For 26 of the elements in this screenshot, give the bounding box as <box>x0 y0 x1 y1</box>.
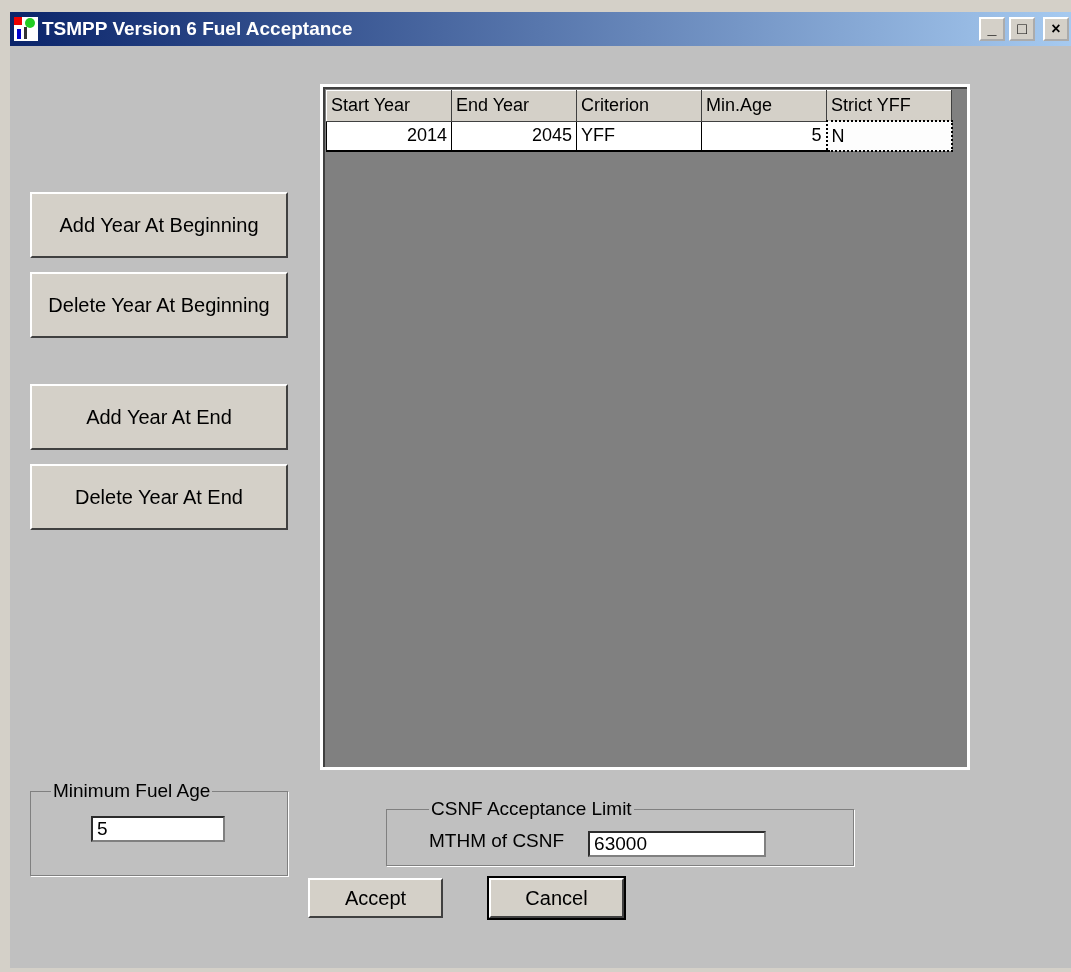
table-cell[interactable]: 5 <box>701 121 827 151</box>
column-header[interactable]: Criterion <box>576 90 702 121</box>
close-button[interactable]: × <box>1043 17 1069 41</box>
table-cell[interactable]: YFF <box>576 121 702 151</box>
group-label: Minimum Fuel Age <box>52 780 212 802</box>
accept-button[interactable]: Accept <box>308 878 443 918</box>
year-button[interactable]: Add Year At End <box>30 384 288 450</box>
table-cell[interactable]: 2014 <box>326 121 452 151</box>
field-label: MTHM of CSNF <box>429 829 565 852</box>
year-button[interactable]: Add Year At Beginning <box>30 192 288 258</box>
minimize-button[interactable]: _ <box>979 17 1005 41</box>
window-title: TSMPP Version 6 Fuel Acceptance <box>42 18 354 40</box>
table-cell[interactable]: N <box>826 121 952 151</box>
group-label: CSNF Acceptance Limit <box>430 798 633 820</box>
input-field[interactable]: 5 <box>91 816 225 842</box>
column-header[interactable]: Strict YFF <box>826 90 952 121</box>
column-header[interactable]: End Year <box>451 90 577 121</box>
table-cell[interactable]: 2045 <box>451 121 577 151</box>
year-button[interactable]: Delete Year At Beginning <box>30 272 288 338</box>
column-header[interactable]: Start Year <box>326 90 452 121</box>
year-button[interactable]: Delete Year At End <box>30 464 288 530</box>
maximize-button[interactable]: □ <box>1009 17 1035 41</box>
cancel-button[interactable]: Cancel <box>489 878 624 918</box>
input-field[interactable]: 63000 <box>588 830 767 857</box>
column-header[interactable]: Min.Age <box>701 90 827 121</box>
app-icon <box>14 17 38 41</box>
